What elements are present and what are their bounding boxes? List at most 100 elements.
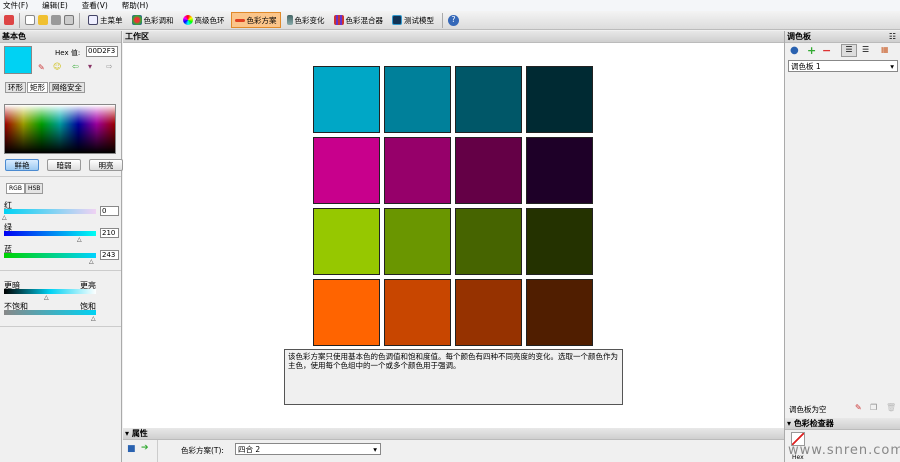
color-swatch[interactable] [384, 279, 451, 346]
list-detail-view-icon[interactable]: ☰ [841, 44, 857, 57]
blue-slider-handle[interactable]: △ [89, 258, 94, 265]
arrow-left-icon[interactable]: ⇦ [72, 62, 79, 71]
muted-button[interactable]: 暗弱 [47, 159, 81, 171]
main-menu-button[interactable]: 主菜单 [85, 12, 126, 28]
info-icon[interactable]: ● [790, 45, 799, 56]
base-color-panel: 基本色 Hex 值: 00D2F3 ✎ ☺ ⇦ ▾ ⇨ 环形 矩形 网络安全 鲜… [0, 31, 123, 462]
red-slider-handle[interactable]: △ [2, 214, 7, 221]
base-color-swatch[interactable] [4, 46, 32, 74]
copy-icon[interactable]: ❐ [870, 403, 877, 412]
workspace: 工作区 该色彩方案只使用基本色的色调值和饱和度值。每个颜色有四种不同亮度的变化。… [123, 31, 784, 428]
chevron-down-icon: ▾ [373, 445, 377, 454]
color-swatch[interactable] [384, 208, 451, 275]
color-swatch[interactable] [313, 279, 380, 346]
help-icon[interactable]: ? [448, 14, 459, 26]
color-swatch[interactable] [526, 137, 593, 204]
label: 色彩变化 [294, 15, 325, 25]
eyedropper-icon[interactable]: ✎ [38, 63, 45, 72]
label: 高级色环 [194, 15, 225, 25]
brightness-slider[interactable] [4, 289, 96, 294]
color-swatch[interactable] [384, 137, 451, 204]
color-swatch[interactable] [313, 137, 380, 204]
toolbar: 主菜单 色彩调和 高级色环 色彩方案 色彩变化 色彩混合器 测试模型 ? [0, 11, 900, 30]
saturation-slider-handle[interactable]: △ [91, 315, 96, 322]
test-model-button[interactable]: 测试模型 [389, 12, 437, 28]
grid-view-icon[interactable]: ▦ [881, 45, 889, 54]
menu-view[interactable]: 查看(V) [82, 0, 108, 11]
color-swatch[interactable] [455, 208, 522, 275]
menu-file[interactable]: 文件(F) [3, 0, 28, 11]
exit-icon[interactable] [4, 15, 14, 25]
save-icon[interactable]: ■ [127, 444, 136, 454]
color-wheel-icon [182, 15, 193, 25]
bright-button[interactable]: 明亮 [89, 159, 123, 171]
color-mixer-button[interactable]: 色彩混合器 [331, 12, 387, 28]
label: 色彩调和 [143, 15, 174, 25]
palette-select[interactable]: 调色板 1 ▾ [788, 60, 898, 72]
blue-slider[interactable] [4, 253, 96, 258]
workspace-title: 工作区 [123, 31, 784, 43]
save-icon[interactable] [51, 15, 61, 25]
book-icon [88, 15, 98, 25]
arrow-right-icon[interactable]: ⇨ [106, 62, 113, 71]
new-file-icon[interactable] [25, 15, 35, 25]
blue-input[interactable]: 243 [100, 250, 119, 260]
label: 色彩混合器 [345, 15, 384, 25]
panel-menu-icon[interactable]: ☷ [889, 31, 896, 43]
green-input[interactable]: 210 [100, 228, 119, 238]
color-swatch[interactable] [526, 66, 593, 133]
smiley-icon[interactable]: ☺ [53, 62, 61, 71]
color-swatch[interactable] [526, 208, 593, 275]
remove-icon[interactable]: − [822, 44, 831, 57]
hex-input[interactable]: 00D2F3 [86, 46, 118, 57]
green-slider[interactable] [4, 231, 96, 236]
menu-edit[interactable]: 编辑(E) [42, 0, 68, 11]
label: 色彩检查器 [793, 419, 834, 428]
list-view-icon[interactable]: ☰ [862, 45, 869, 54]
color-swatch[interactable] [455, 279, 522, 346]
color-swatch[interactable] [455, 66, 522, 133]
open-folder-icon[interactable] [38, 15, 48, 25]
trash-icon[interactable]: 🗑 [886, 403, 896, 412]
tab-rectangle[interactable]: 矩形 [27, 82, 48, 93]
color-swatch[interactable] [313, 66, 380, 133]
color-swatch[interactable] [313, 208, 380, 275]
eyedropper-icon[interactable]: ✎ [855, 403, 862, 412]
add-icon[interactable]: + [807, 44, 816, 57]
color-scheme-button[interactable]: 色彩方案 [230, 12, 281, 28]
export-icon[interactable]: ➔ [141, 443, 149, 453]
color-variation-button[interactable]: 色彩变化 [284, 12, 328, 28]
color-spectrum-picker[interactable] [4, 104, 116, 154]
selected-value: 四合 2 [238, 445, 261, 454]
color-swatch[interactable] [455, 137, 522, 204]
brightness-slider-handle[interactable]: △ [44, 294, 49, 301]
panel-title: 基本色 [0, 31, 121, 43]
scheme-description: 该色彩方案只使用基本色的色调值和饱和度值。每个颜色有四种不同亮度的变化。选取一个… [284, 349, 623, 405]
mixer-icon [333, 15, 344, 25]
red-slider[interactable] [4, 209, 96, 214]
menu-help[interactable]: 帮助(H) [122, 0, 149, 11]
tab-rgb[interactable]: RGB [6, 183, 25, 194]
scheme-label: 色彩方案(T): [181, 446, 224, 455]
scheme-select[interactable]: 四合 2 ▾ [235, 443, 381, 455]
divider [19, 12, 20, 28]
tab-ring[interactable]: 环形 [5, 82, 26, 93]
print-icon[interactable] [64, 15, 74, 25]
color-swatch[interactable] [526, 279, 593, 346]
color-wheel-button[interactable]: 高级色环 [180, 12, 228, 28]
variation-icon [286, 15, 293, 25]
properties-title: ▾ 属性 [123, 428, 784, 440]
palette-add-icon[interactable]: ▾ [88, 62, 92, 71]
palette-panel: 调色板 ☷ ● + − ☰ ☰ ▦ 调色板 1 ▾ 调色板为空 ✎ ❐ 🗑 ▾ 色彩… [784, 31, 900, 462]
color-inspector-title: ▾ 色彩检查器 [785, 418, 900, 430]
red-input[interactable]: 0 [100, 206, 119, 216]
saturation-slider[interactable] [4, 310, 96, 315]
color-swatch[interactable] [384, 66, 451, 133]
vivid-button[interactable]: 鲜艳 [5, 159, 39, 171]
color-harmony-button[interactable]: 色彩调和 [129, 12, 177, 28]
tab-web-safe[interactable]: 网络安全 [49, 82, 85, 93]
label: 主菜单 [100, 15, 123, 25]
tab-hsb[interactable]: HSB [24, 183, 44, 194]
green-slider-handle[interactable]: △ [77, 236, 82, 243]
test-model-icon [392, 15, 402, 25]
